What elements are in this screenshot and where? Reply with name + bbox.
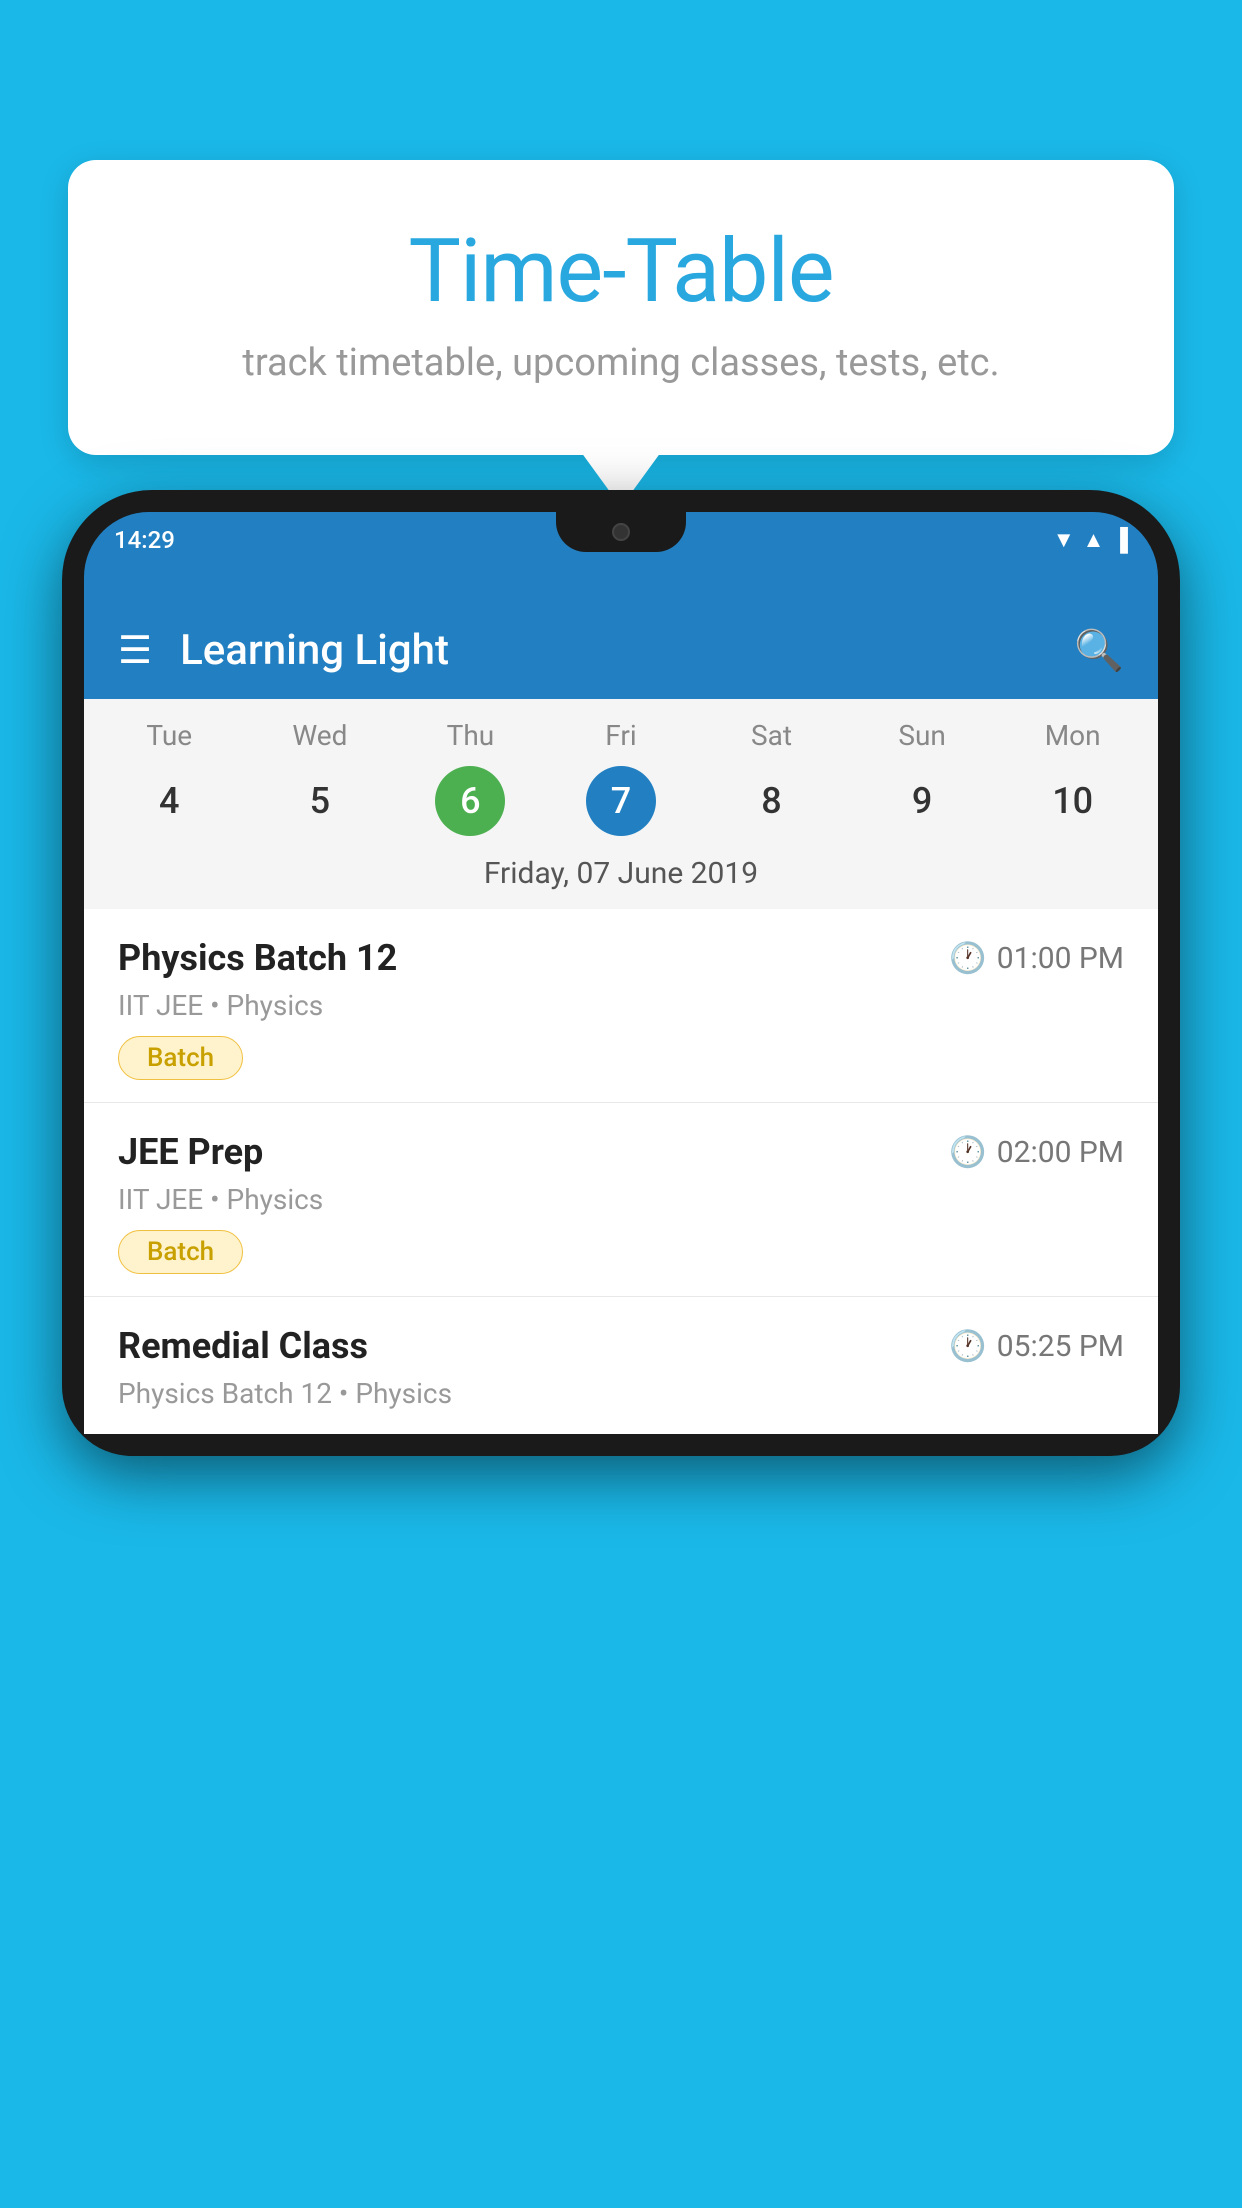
cal-day-num: 6 <box>435 766 505 836</box>
schedule-item-title: JEE Prep <box>118 1131 263 1173</box>
cal-day-num: 5 <box>285 766 355 836</box>
calendar-day[interactable]: Sun 9 <box>882 719 962 836</box>
phone-wrapper: 14:29 ▼ ▲ ▐ ☰ Learning Light 🔍 Tue4Wed5T… <box>62 490 1180 2208</box>
schedule-item-subtitle: IIT JEE • Physics <box>118 1183 1124 1216</box>
notch-bump <box>556 512 686 552</box>
time-text: 01:00 PM <box>997 941 1124 976</box>
cal-day-name: Mon <box>1045 719 1101 752</box>
cal-day-name: Fri <box>605 719 636 752</box>
cal-day-name: Tue <box>146 719 192 752</box>
calendar-day[interactable]: Fri 7 <box>581 719 661 836</box>
clock-icon: 🕐 <box>949 1329 986 1364</box>
schedule-item[interactable]: JEE Prep 🕐 02:00 PM IIT JEE • Physics Batch <box>84 1103 1158 1297</box>
schedule-item-subtitle: Physics Batch 12 • Physics <box>118 1377 1124 1410</box>
tooltip-title: Time-Table <box>138 220 1104 323</box>
schedule-item-time: 🕐 05:25 PM <box>949 1329 1124 1364</box>
schedule-item[interactable]: Remedial Class 🕐 05:25 PM Physics Batch 12 … <box>84 1297 1158 1434</box>
cal-day-num: 7 <box>586 766 656 836</box>
calendar-day[interactable]: Mon 10 <box>1033 719 1113 836</box>
cal-day-num: 4 <box>134 766 204 836</box>
search-icon[interactable]: 🔍 <box>1074 627 1124 674</box>
calendar-date-label: Friday, 07 June 2019 <box>84 844 1158 909</box>
cal-day-num: 8 <box>737 766 807 836</box>
time-text: 02:00 PM <box>997 1135 1124 1170</box>
tooltip-subtitle: track timetable, upcoming classes, tests… <box>138 341 1104 385</box>
wifi-icon: ▼ <box>1053 527 1075 553</box>
calendar-day[interactable]: Thu 6 <box>430 719 510 836</box>
status-icons: ▼ ▲ ▐ <box>1053 527 1128 553</box>
cal-day-num: 10 <box>1038 766 1108 836</box>
schedule-item-time: 🕐 02:00 PM <box>949 1135 1124 1170</box>
signal-icon: ▲ <box>1083 527 1105 553</box>
status-time: 14:29 <box>114 526 175 554</box>
calendar-days-row: Tue 4 Wed 5 Thu 6 Fri 7 Sat 8 Sun 9 Mon 10 <box>84 699 1158 844</box>
app-title: Learning Light <box>180 626 1046 675</box>
calendar-day[interactable]: Sat 8 <box>732 719 812 836</box>
cal-day-name: Wed <box>292 719 347 752</box>
schedule-item-header: Physics Batch 12 🕐 01:00 PM <box>118 937 1124 979</box>
clock-icon: 🕐 <box>949 941 986 976</box>
camera-dot <box>612 523 630 541</box>
schedule-item-title: Remedial Class <box>118 1325 368 1367</box>
batch-badge: Batch <box>118 1230 243 1274</box>
time-text: 05:25 PM <box>997 1329 1124 1364</box>
phone-notch-bar: 14:29 ▼ ▲ ▐ <box>84 512 1158 602</box>
app-bar: ☰ Learning Light 🔍 <box>84 602 1158 699</box>
schedule-list: Physics Batch 12 🕐 01:00 PM IIT JEE • Physi… <box>84 909 1158 1434</box>
schedule-item-subtitle: IIT JEE • Physics <box>118 989 1124 1022</box>
hamburger-icon[interactable]: ☰ <box>118 632 152 670</box>
schedule-item-header: Remedial Class 🕐 05:25 PM <box>118 1325 1124 1367</box>
cal-day-name: Thu <box>447 719 495 752</box>
batch-badge: Batch <box>118 1036 243 1080</box>
phone-outer: 14:29 ▼ ▲ ▐ ☰ Learning Light 🔍 Tue4Wed5T… <box>62 490 1180 1456</box>
cal-day-name: Sun <box>898 719 946 752</box>
schedule-item-title: Physics Batch 12 <box>118 937 397 979</box>
calendar-day[interactable]: Wed 5 <box>280 719 360 836</box>
cal-day-name: Sat <box>751 719 792 752</box>
phone-screen: Tue 4 Wed 5 Thu 6 Fri 7 Sat 8 Sun 9 Mon 10 Friday, 07… <box>84 699 1158 1434</box>
clock-icon: 🕐 <box>949 1135 986 1170</box>
calendar-day[interactable]: Tue 4 <box>129 719 209 836</box>
cal-day-num: 9 <box>887 766 957 836</box>
schedule-item-header: JEE Prep 🕐 02:00 PM <box>118 1131 1124 1173</box>
battery-icon: ▐ <box>1112 527 1128 553</box>
schedule-item[interactable]: Physics Batch 12 🕐 01:00 PM IIT JEE • Physi… <box>84 909 1158 1103</box>
schedule-item-time: 🕐 01:00 PM <box>949 941 1124 976</box>
calendar-section: Tue 4 Wed 5 Thu 6 Fri 7 Sat 8 Sun 9 Mon 10 Friday, 07… <box>84 699 1158 909</box>
tooltip-card: Time-Table track timetable, upcoming cla… <box>68 160 1174 455</box>
